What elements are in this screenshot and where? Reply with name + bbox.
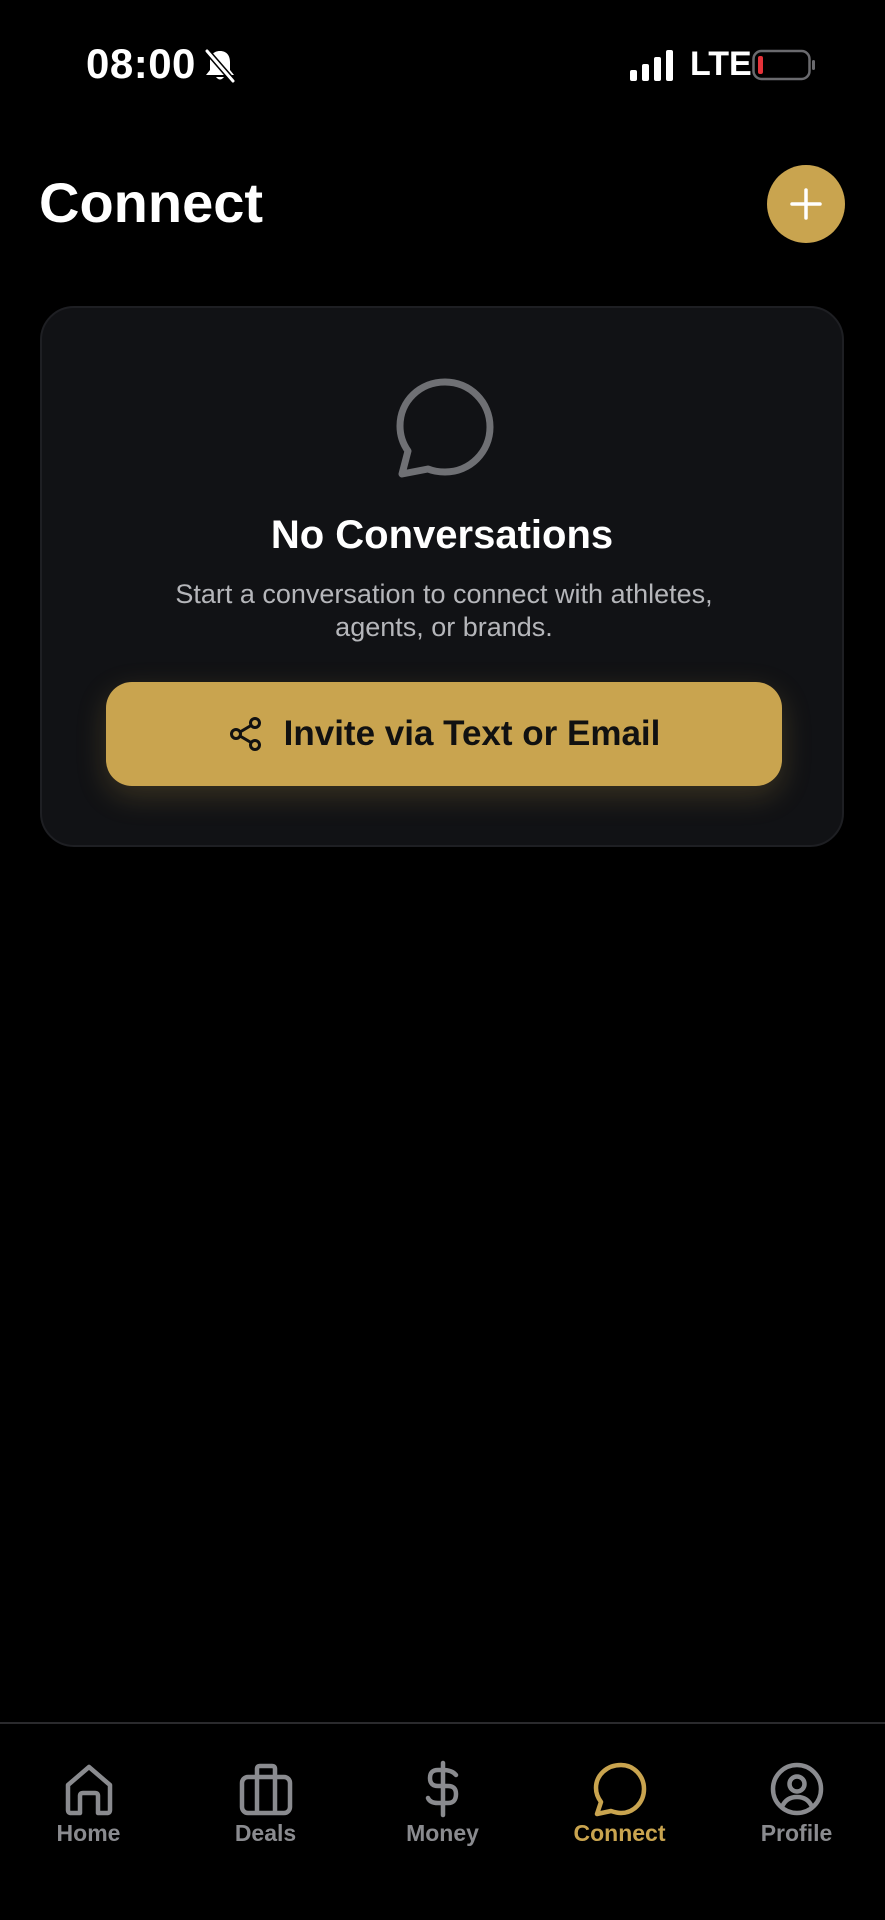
tab-deals-label: Deals xyxy=(234,1820,297,1846)
tab-connect-label: Connect xyxy=(573,1820,666,1846)
tab-money-label: Money xyxy=(406,1820,479,1846)
page-title: Connect xyxy=(39,171,263,234)
signal-icon xyxy=(630,50,673,81)
dollar-icon xyxy=(425,1760,458,1818)
connect-screen: 08:00 LTE Connect No Conversations Start… xyxy=(0,0,885,1920)
plus-icon xyxy=(790,188,822,220)
briefcase-icon xyxy=(239,1763,292,1816)
status-time: 08:00 xyxy=(86,40,196,87)
invite-button-label: Invite via Text or Email xyxy=(283,714,661,753)
network-label: LTE xyxy=(690,45,752,83)
chat-bubble-icon xyxy=(593,1762,646,1817)
empty-state-card: No Conversations Start a conversation to… xyxy=(40,306,844,847)
status-bar: 08:00 LTE xyxy=(0,0,885,130)
empty-state-description: Start a conversation to connect with ath… xyxy=(175,579,713,642)
home-icon xyxy=(65,1764,112,1816)
tab-connect[interactable]: Connect xyxy=(531,1760,708,1870)
tab-deals[interactable]: Deals xyxy=(177,1760,354,1870)
new-conversation-button[interactable] xyxy=(767,165,845,243)
share-icon xyxy=(229,717,261,751)
tab-bar: Home Deals Money Connect Profile xyxy=(0,1722,885,1920)
tab-profile[interactable]: Profile xyxy=(708,1760,885,1870)
battery-low-icon xyxy=(752,49,815,81)
user-circle-icon xyxy=(770,1762,823,1816)
tab-profile-label: Profile xyxy=(760,1820,833,1846)
tab-home-label: Home xyxy=(56,1820,121,1846)
invite-button[interactable]: Invite via Text or Email xyxy=(106,682,782,786)
bell-slash-icon xyxy=(204,48,236,84)
chat-bubble-icon xyxy=(396,378,494,478)
empty-state-title: No Conversations xyxy=(270,513,614,557)
tab-home[interactable]: Home xyxy=(0,1760,177,1870)
tab-money[interactable]: Money xyxy=(354,1760,531,1870)
